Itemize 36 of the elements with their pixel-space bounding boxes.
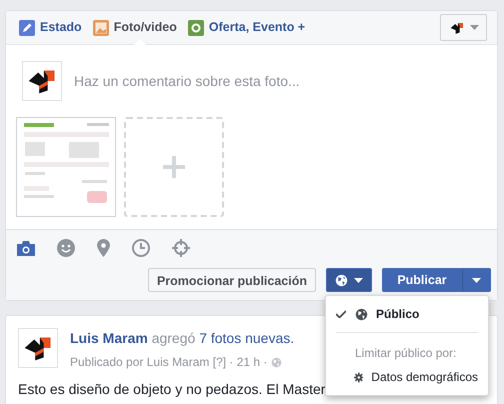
post-action: agregó [150,330,196,346]
camera-icon[interactable] [17,240,35,256]
caret-icon [354,278,363,282]
logo-icon [22,61,62,101]
menu-item[interactable]: Datos demográficos [326,364,488,390]
promote-button[interactable]: Promocionar publicación [148,268,316,292]
caret-icon [470,25,479,30]
globe-icon [271,356,282,368]
post-byline: Publicado por Luis Maram [?] · 21 h · [70,354,268,371]
composer-tab[interactable]: Oferta, Evento + [188,10,310,44]
menu-item[interactable]: Público [326,301,488,327]
location-pin-icon[interactable] [97,238,110,256]
caret-icon [472,278,481,282]
post-text: Esto es diseño de objeto y no pedazos. El Master [18,380,326,399]
logo-icon [18,328,58,368]
plus-icon [163,156,185,178]
comment-field[interactable]: Haz un comentario sobre esta foto... [74,70,481,92]
composer-tab[interactable]: Estado [19,10,87,44]
publish-button[interactable]: Publicar [382,268,462,292]
globe-icon [355,308,368,320]
smiley-icon[interactable] [57,238,75,256]
gear-icon [354,372,364,382]
clock-icon[interactable] [132,238,150,256]
composer-tab[interactable]: Foto/video [92,10,182,44]
offer-icon [188,20,204,36]
author-link[interactable]: Luis Maram [70,330,148,346]
photos-link[interactable]: 7 fotos nuevas. [199,330,294,346]
photo-icon [92,20,109,36]
check-icon [336,310,346,318]
globe-icon [335,274,348,286]
publish-options-button[interactable] [462,268,491,292]
profile-switcher-button[interactable] [440,14,487,41]
menu-header: Limitar público por: [354,345,458,362]
pencil-icon [19,20,35,36]
audience-button[interactable] [326,268,372,292]
crosshair-icon[interactable] [172,238,190,256]
